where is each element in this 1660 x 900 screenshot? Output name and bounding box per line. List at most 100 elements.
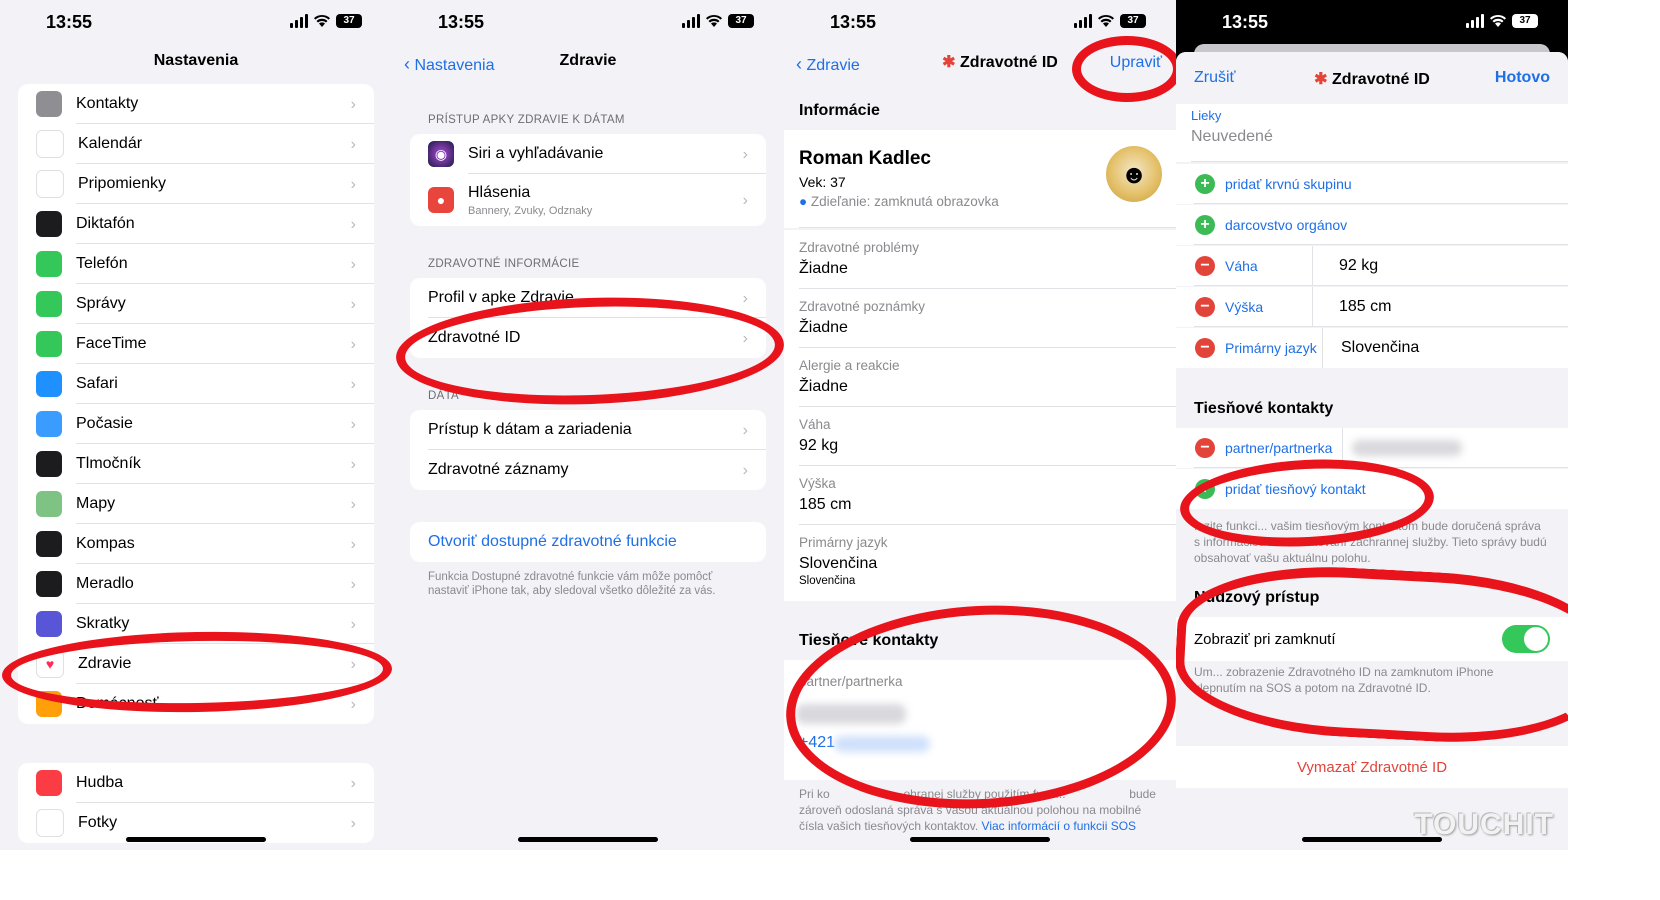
row-label: partner/partnerka [1225, 440, 1333, 456]
row-label: Profil v apke Zdravie [428, 289, 574, 306]
primary-language-row[interactable]: − Primárny jazyk Slovenčina [1176, 328, 1568, 368]
contacts-icon [36, 91, 62, 117]
organ-donor-row[interactable]: + darcovstvo orgánov [1176, 205, 1568, 245]
edit-button[interactable]: Upraviť [1110, 54, 1162, 72]
photos-icon [36, 809, 64, 837]
add-blood-type-row[interactable]: + pridať krvnú skupinu [1176, 164, 1568, 204]
settings-item-facetime[interactable]: FaceTime › [18, 324, 374, 364]
settings-item-label: Kompas [76, 535, 135, 552]
settings-item-diktaf-n[interactable]: Diktafón › [18, 204, 374, 244]
settings-item-label: Pripomienky [78, 175, 167, 192]
status-time: 13:55 [1222, 12, 1269, 32]
settings-item-po-asie[interactable]: Počasie › [18, 404, 374, 444]
sos-info-link[interactable]: Viac informácií o funkcii SOS [982, 819, 1137, 833]
weight-row[interactable]: − Váha 92 kg [1176, 246, 1568, 286]
settings-item-tlmo-n-k[interactable]: Tlmočník › [18, 444, 374, 484]
emergency-contact-card: partner/partnerka +421 [784, 660, 1176, 780]
row-value: 92 kg [1339, 257, 1379, 274]
settings-item-pripomienky[interactable]: Pripomienky › [18, 164, 374, 204]
battery-icon: 37 [336, 14, 362, 28]
home-indicator [126, 837, 266, 842]
medical-field: Váha 92 kg [784, 407, 1176, 466]
contact-relation: partner/partnerka [799, 674, 903, 689]
medications-field[interactable]: Lieky Neuvedené [1176, 104, 1568, 162]
settings-item-zdravie[interactable]: ♥ Zdravie › [18, 644, 374, 684]
wifi-icon [706, 14, 722, 27]
section-header: PRÍSTUP APKY ZDRAVIE K DÁTAM [428, 114, 625, 126]
chevron-right-icon: › [350, 656, 356, 673]
emergency-header: Tiesňové kontakty [799, 632, 939, 649]
settings-item-meradlo[interactable]: Meradlo › [18, 564, 374, 604]
settings-item-label: Fotky [78, 814, 118, 831]
settings-item-kalend-r[interactable]: Kalendár › [18, 124, 374, 164]
chevron-right-icon: › [350, 456, 356, 473]
blurred-contact-name [1352, 440, 1462, 456]
row-value: 185 cm [1339, 298, 1392, 315]
settings-item-label: Kalendár [78, 135, 143, 152]
row-label: Primárny jazyk [1225, 340, 1317, 356]
settings-item-kompas[interactable]: Kompas › [18, 524, 374, 564]
settings-item-hudba[interactable]: Hudba › [18, 763, 374, 803]
row-value: Slovenčina [1341, 339, 1420, 356]
field-value: Slovenčina [799, 555, 878, 572]
maps-icon [36, 491, 62, 517]
blurred-phone [834, 736, 930, 752]
access-footer: Um... zobrazenie Zdravotného ID na zamkn… [1194, 665, 1494, 695]
heart-icon: ♥ [36, 650, 64, 678]
edit-sheet: Zrušiť ✱ Zdravotné ID Hotovo Lieky Neuve… [1176, 52, 1568, 850]
settings-item-mapy[interactable]: Mapy › [18, 484, 374, 524]
row-label: Zdravotné záznamy [428, 461, 569, 478]
add-icon: + [1195, 174, 1215, 194]
siri-search-row[interactable]: ◉ Siri a vyhľadávanie › [410, 134, 766, 174]
settings-item-dom-cnos-[interactable]: Domácnosť › [18, 684, 374, 724]
medical-star-icon: ✱ [1314, 71, 1328, 88]
open-features-link[interactable]: Otvoriť dostupné zdravotné funkcie [410, 522, 766, 562]
done-button[interactable]: Hotovo [1495, 69, 1550, 87]
add-emergency-contact-row[interactable]: + pridať tiesňový kontakt [1176, 469, 1568, 509]
health-records-row[interactable]: Zdravotné záznamy › [410, 450, 766, 490]
settings-item-skratky[interactable]: Skratky › [18, 604, 374, 644]
section-header: DÁTA [428, 390, 460, 402]
row-label: Vymazať Zdravotné ID [1296, 758, 1448, 776]
height-row[interactable]: − Výška 185 cm [1176, 287, 1568, 327]
settings-item-kontakty[interactable]: Kontakty › [18, 84, 374, 124]
settings-item-safari[interactable]: Safari › [18, 364, 374, 404]
translate-icon [36, 451, 62, 477]
settings-item-telef-n[interactable]: Telefón › [18, 244, 374, 284]
chevron-right-icon: › [742, 422, 748, 439]
battery-icon: 37 [1120, 14, 1146, 28]
chevron-right-icon: › [350, 376, 356, 393]
medical-id-row[interactable]: Zdravotné ID › [410, 318, 766, 358]
settings-item-label: Domácnosť [76, 695, 159, 712]
add-icon: + [1195, 215, 1215, 235]
settings-item-label: Mapy [76, 495, 116, 512]
chevron-right-icon: › [350, 536, 356, 553]
chevron-right-icon: › [350, 576, 356, 593]
health-profile-row[interactable]: Profil v apke Zdravie › [410, 278, 766, 318]
page-title: Nastavenia [153, 52, 239, 69]
show-when-locked-toggle[interactable] [1502, 625, 1550, 653]
delete-medical-id-button[interactable]: Vymazať Zdravotné ID [1176, 746, 1568, 788]
medical-star-icon: ✱ [942, 54, 956, 71]
section-header: ZDRAVOTNÉ INFORMÁCIE [428, 258, 580, 270]
emergency-contact-row[interactable]: − partner/partnerka [1176, 428, 1568, 468]
avatar: ☻ [1106, 146, 1162, 202]
wifi-icon [314, 14, 330, 27]
data-access-row[interactable]: Prístup k dátam a zariadenia › [410, 410, 766, 450]
shortcuts-icon [36, 611, 62, 637]
settings-item-label: Diktafón [76, 215, 135, 232]
notifications-row[interactable]: ● Hlásenia Bannery, Zvuky, Odznaky › [410, 174, 766, 226]
chevron-right-icon: › [350, 696, 356, 713]
field-value: Žiadne [799, 260, 848, 277]
home-indicator [1302, 837, 1442, 842]
chevron-right-icon: › [350, 616, 356, 633]
row-label: Hlásenia [468, 183, 531, 201]
settings-item-spr-vy[interactable]: Správy › [18, 284, 374, 324]
medical-id-edit-panel: 13:55 37 Zrušiť ✱ Zdravotné ID Hotovo Li… [1176, 0, 1568, 850]
contact-phone[interactable]: +421 [799, 734, 835, 752]
field-label: Alergie a reakcie [799, 358, 900, 373]
sharing-status: Zdieľanie: zamknutá obrazovka [810, 194, 999, 209]
settings-item-label: Správy [76, 295, 126, 312]
field-value: Žiadne [799, 319, 848, 336]
home-indicator [910, 837, 1050, 842]
